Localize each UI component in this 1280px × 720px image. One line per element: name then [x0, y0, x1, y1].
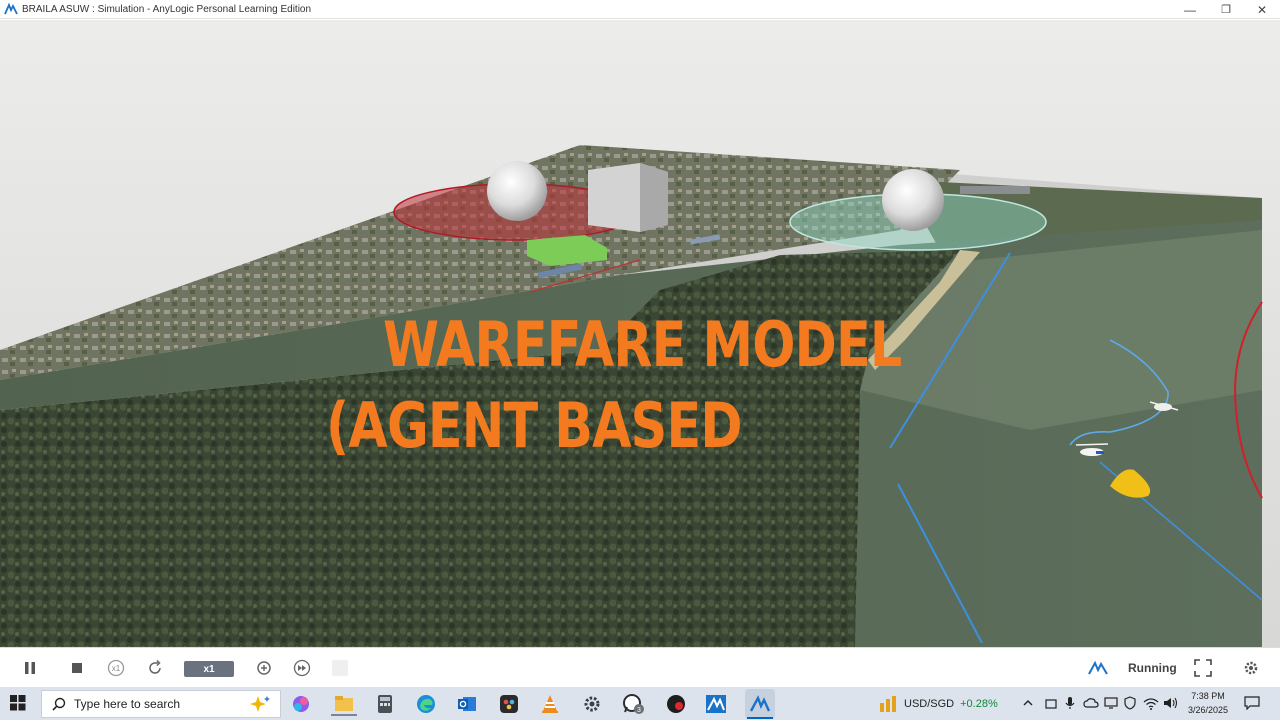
- maximize-button[interactable]: ❐: [1208, 0, 1244, 19]
- vlc-icon: [542, 695, 558, 713]
- copilot-icon: [293, 696, 309, 712]
- chart-icon: [880, 696, 896, 712]
- shield-icon: [1124, 696, 1136, 710]
- fast-forward-button[interactable]: [291, 658, 313, 678]
- gear-icon: [1244, 661, 1258, 675]
- speed-indicator: x1: [184, 661, 234, 677]
- stock-ticker-widget[interactable]: USD/SGD +0.28%: [878, 694, 998, 714]
- outlook-icon: [458, 697, 476, 711]
- microphone-icon: [1065, 697, 1075, 709]
- tray-onedrive[interactable]: [1083, 695, 1099, 711]
- tray-wifi[interactable]: [1143, 695, 1159, 711]
- copilot-sparkle-icon: [250, 696, 270, 712]
- file-explorer-icon: [335, 696, 353, 711]
- pause-icon: [25, 662, 35, 674]
- minimize-button[interactable]: —: [1172, 0, 1208, 19]
- windows-taskbar: Type here to search 3 USD/SGD +0.28% 7:3…: [0, 687, 1280, 720]
- svg-text:3: 3: [637, 707, 641, 714]
- refresh-icon: [149, 659, 161, 674]
- pause-button[interactable]: [19, 658, 41, 678]
- overlay-heading-line2: (AGENT BASED: [326, 389, 743, 462]
- clock-time: 7:38 PM: [1191, 691, 1225, 701]
- taskbar-clock[interactable]: 7:38 PM 3/26/2025: [1186, 689, 1230, 717]
- faster-button[interactable]: [253, 658, 275, 678]
- anylogic-active-app-button[interactable]: [745, 689, 775, 719]
- search-placeholder: Type here to search: [74, 697, 181, 711]
- close-button[interactable]: ✕: [1244, 0, 1280, 19]
- tray-app-icon: [1045, 699, 1057, 709]
- calculator-app-button[interactable]: [373, 692, 397, 716]
- minimize-icon: —: [1184, 2, 1196, 17]
- maximize-icon: ❐: [1221, 4, 1231, 16]
- cloud-icon: [1083, 698, 1099, 708]
- display-icon: [1104, 697, 1118, 709]
- notification-icon: [1244, 696, 1260, 710]
- settings-icon: [584, 696, 600, 712]
- ticker-symbol: USD/SGD: [904, 698, 955, 710]
- simulation-control-bar: x1 x1 Running: [0, 647, 1280, 687]
- faster-icon: [257, 661, 271, 675]
- whatsapp-icon: 3: [623, 694, 644, 714]
- reset-speed-button[interactable]: [144, 658, 166, 678]
- tray-volume[interactable]: [1163, 695, 1179, 711]
- tray-microphone[interactable]: [1064, 695, 1076, 711]
- window-title-bar: BRAILA ASUW : Simulation - AnyLogic Pers…: [0, 0, 1280, 19]
- fullscreen-button[interactable]: [1192, 658, 1214, 678]
- slower-button[interactable]: x1: [105, 658, 127, 678]
- stop-button[interactable]: [66, 658, 88, 678]
- notification-center-button[interactable]: [1244, 695, 1260, 711]
- whatsapp-app-button[interactable]: 3: [621, 692, 645, 716]
- clock-date: 3/26/2025: [1187, 705, 1229, 715]
- close-icon: ✕: [1256, 2, 1268, 17]
- svg-text:x1: x1: [112, 664, 121, 673]
- copilot-app-button[interactable]: [289, 692, 313, 716]
- davinci-icon: [500, 695, 518, 713]
- anylogic-status-icon: [1086, 658, 1110, 678]
- wifi-icon: [1143, 697, 1159, 710]
- anylogic-active-icon: [749, 695, 771, 712]
- davinci-app-button[interactable]: [497, 692, 521, 716]
- search-icon: [52, 697, 66, 711]
- settings-app-button[interactable]: [580, 692, 604, 716]
- file-explorer-app-button[interactable]: [331, 692, 357, 716]
- anylogic-logo-icon: [4, 2, 18, 15]
- volume-icon: [1164, 697, 1178, 709]
- taskbar-search-box[interactable]: Type here to search: [41, 690, 281, 718]
- calculator-icon: [378, 695, 392, 713]
- start-button[interactable]: [10, 695, 26, 716]
- show-hidden-icons-button[interactable]: [1022, 695, 1034, 711]
- edge-app-button[interactable]: [414, 692, 438, 716]
- slower-icon: x1: [107, 659, 125, 677]
- disabled-button: [331, 658, 349, 678]
- edge-icon: [417, 695, 435, 713]
- simulation-3d-viewport[interactable]: WAREFARE MODEL (AGENT BASED: [0, 20, 1280, 647]
- fullscreen-icon: [1194, 659, 1212, 677]
- settings-button[interactable]: [1239, 658, 1263, 678]
- tray-network-folder[interactable]: [1044, 695, 1058, 711]
- media-icon: [667, 695, 685, 713]
- fast-forward-icon: [293, 659, 311, 677]
- tray-cast[interactable]: [1104, 695, 1118, 711]
- media-app-button[interactable]: [664, 692, 688, 716]
- anylogic-icon: [706, 695, 726, 713]
- ticker-change: +0.28%: [960, 698, 998, 710]
- tray-vpn[interactable]: [1124, 695, 1136, 711]
- vlc-app-button[interactable]: [538, 692, 562, 716]
- stop-icon: [72, 663, 82, 673]
- windows-logo-icon: [10, 695, 26, 711]
- run-status: Running: [1128, 661, 1177, 675]
- anylogic-app-button[interactable]: [704, 692, 728, 716]
- window-title: BRAILA ASUW : Simulation - AnyLogic Pers…: [22, 3, 312, 15]
- outlook-app-button[interactable]: [455, 692, 479, 716]
- overlay-heading-line1: WAREFARE MODEL: [383, 308, 902, 381]
- chevron-up-icon: [1023, 700, 1033, 706]
